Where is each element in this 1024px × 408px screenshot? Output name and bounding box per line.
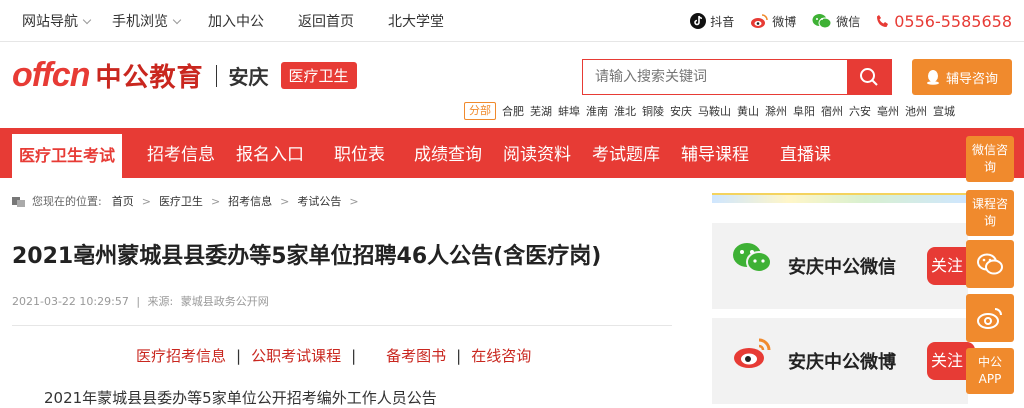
branch-link[interactable]: 合肥 bbox=[502, 103, 524, 119]
top-nav: 网站导航 手机浏览 加入中公 返回首页 北大学堂 bbox=[22, 0, 444, 42]
nav-live-course[interactable]: 直播课 bbox=[780, 128, 831, 178]
branch-link[interactable]: 安庆 bbox=[670, 103, 692, 119]
medical-recruit-link[interactable]: 医疗招考信息 bbox=[136, 347, 226, 365]
nav-score-query[interactable]: 成绩查询 bbox=[414, 128, 482, 178]
counsel-button[interactable]: 辅导咨询 bbox=[912, 59, 1012, 95]
link-divider: | bbox=[236, 347, 242, 365]
branch-link[interactable]: 铜陵 bbox=[642, 103, 664, 119]
mobile-browse-link[interactable]: 手机浏览 bbox=[112, 11, 208, 31]
branch-link[interactable]: 亳州 bbox=[877, 103, 899, 119]
float-weibo[interactable] bbox=[966, 294, 1014, 342]
breadcrumb-separator: > bbox=[280, 194, 290, 208]
link-divider: | bbox=[456, 347, 462, 365]
hotline: 0556-5585658 bbox=[876, 12, 1012, 31]
logo-divider bbox=[215, 64, 217, 87]
weibo-icon bbox=[751, 14, 768, 28]
site-logo[interactable]: offcn 中公教育 安庆 医疗卫生 bbox=[12, 56, 357, 95]
wechat-card[interactable]: 安庆中公微信 关注 bbox=[712, 223, 975, 309]
article-title: 2021亳州蒙城县县委办等5家单位招聘46人公告(含医疗岗) bbox=[12, 244, 602, 269]
breadcrumb-separator: > bbox=[210, 194, 221, 208]
weibo-outline-icon bbox=[977, 308, 1002, 329]
nav-courses[interactable]: 辅导课程 bbox=[681, 128, 749, 178]
float-offcn-app[interactable]: 中公APP bbox=[966, 348, 1014, 394]
float-wechat[interactable] bbox=[966, 240, 1014, 288]
banner-strip[interactable] bbox=[712, 193, 968, 203]
float-course-consult[interactable]: 课程咨询 bbox=[966, 190, 1014, 236]
join-offcn-link[interactable]: 加入中公 bbox=[208, 11, 298, 31]
branch-link[interactable]: 宿州 bbox=[821, 103, 843, 119]
branch-link[interactable]: 芜湖 bbox=[530, 103, 552, 119]
site-nav-link[interactable]: 网站导航 bbox=[22, 11, 112, 31]
breadcrumb-recruit-info[interactable]: 招考信息 bbox=[228, 193, 272, 209]
article-source: 蒙城县政务公开网 bbox=[180, 295, 269, 308]
nav-position-table[interactable]: 职位表 bbox=[334, 128, 385, 178]
offcn-logo-mark: offcn bbox=[12, 56, 90, 94]
logo-text: 中公教育 bbox=[95, 63, 204, 93]
article-links: 医疗招考信息 | 公职考试课程 | 备考图书 | 在线咨询 bbox=[136, 345, 531, 366]
article-meta: 2021-03-22 10:29:57 | 来源: 蒙城县政务公开网 bbox=[12, 293, 269, 309]
wechat-icon bbox=[733, 243, 772, 273]
breadcrumb-prefix: 您现在的位置: bbox=[32, 195, 102, 208]
breadcrumb: 您现在的位置: 首页 > 医疗卫生 > 招考信息 > 考试公告 > bbox=[12, 193, 367, 209]
qq-icon bbox=[926, 70, 939, 85]
search-box bbox=[582, 59, 892, 95]
meta-divider: | bbox=[136, 295, 141, 308]
search-icon bbox=[860, 68, 878, 86]
nav-register-entry[interactable]: 报名入口 bbox=[236, 128, 304, 178]
weibo-card-title: 安庆中公微博 bbox=[788, 352, 896, 373]
source-label: 来源: bbox=[147, 295, 174, 308]
breadcrumb-separator: > bbox=[349, 194, 359, 208]
weibo-link[interactable]: 微博 bbox=[750, 13, 796, 30]
branch-link[interactable]: 池州 bbox=[905, 103, 927, 119]
wechat-icon bbox=[812, 14, 832, 29]
civil-exam-course-link[interactable]: 公职考试课程 bbox=[251, 347, 341, 365]
branch-link[interactable]: 滁州 bbox=[765, 103, 787, 119]
weibo-icon bbox=[734, 338, 771, 368]
branch-link[interactable]: 阜阳 bbox=[793, 103, 815, 119]
divider bbox=[12, 325, 672, 326]
article-datetime: 2021-03-22 10:29:57 bbox=[12, 295, 129, 308]
douyin-icon bbox=[690, 13, 707, 29]
wechat-card-title: 安庆中公微信 bbox=[788, 257, 896, 278]
nav-recruit-info[interactable]: 招考信息 bbox=[147, 128, 215, 178]
douyin-link[interactable]: 抖音 bbox=[690, 13, 734, 30]
article-body-first-line: 2021年蒙城县县委办等5家单位公开招考编外工作人员公告 bbox=[44, 389, 437, 407]
nav-reading-materials[interactable]: 阅读资料 bbox=[503, 128, 571, 178]
branch-link[interactable]: 淮北 bbox=[614, 103, 636, 119]
search-input[interactable] bbox=[583, 60, 847, 94]
breadcrumb-exam-notice[interactable]: 考试公告 bbox=[297, 193, 341, 209]
online-consult-link[interactable]: 在线咨询 bbox=[471, 347, 531, 365]
branch-link[interactable]: 六安 bbox=[849, 103, 871, 119]
top-bar: 网站导航 手机浏览 加入中公 返回首页 北大学堂 抖音 微博 微信 0556-5… bbox=[0, 0, 1024, 42]
link-divider: | bbox=[351, 347, 357, 365]
branch-link[interactable]: 马鞍山 bbox=[698, 103, 731, 119]
wechat-link[interactable]: 微信 bbox=[812, 13, 860, 30]
prep-books-link[interactable]: 备考图书 bbox=[386, 347, 446, 365]
chevron-down-icon bbox=[172, 15, 182, 25]
city-name: 安庆 bbox=[228, 65, 269, 89]
main-nav: 医疗卫生考试 招考信息 报名入口 职位表 成绩查询 阅读资料 考试题库 辅导课程… bbox=[0, 128, 1024, 178]
branch-link[interactable]: 宣城 bbox=[933, 103, 955, 119]
branch-label: 分部 bbox=[464, 102, 496, 120]
nav-question-bank[interactable]: 考试题库 bbox=[592, 128, 660, 178]
chevron-down-icon bbox=[82, 15, 92, 25]
branch-link[interactable]: 淮南 bbox=[586, 103, 608, 119]
wechat-outline-icon bbox=[977, 253, 1003, 275]
breadcrumb-medical[interactable]: 医疗卫生 bbox=[159, 193, 203, 209]
breadcrumb-separator: > bbox=[141, 194, 151, 208]
branch-link[interactable]: 蚌埠 bbox=[558, 103, 580, 119]
branch-list: 分部 合肥 芜湖 蚌埠 淮南 淮北 铜陵 安庆 马鞍山 黄山 滁州 阜阳 宿州 … bbox=[464, 102, 961, 120]
pku-academy-link[interactable]: 北大学堂 bbox=[388, 11, 444, 31]
nav-medical-exam[interactable]: 医疗卫生考试 bbox=[12, 134, 123, 178]
top-right-links: 抖音 微博 微信 0556-5585658 bbox=[690, 0, 1012, 42]
float-wechat-consult[interactable]: 微信咨询 bbox=[966, 136, 1014, 182]
phone-icon bbox=[877, 15, 889, 27]
breadcrumb-home[interactable]: 首页 bbox=[112, 193, 134, 209]
channel-tag: 医疗卫生 bbox=[280, 62, 357, 89]
branch-link[interactable]: 黄山 bbox=[737, 103, 759, 119]
back-home-link[interactable]: 返回首页 bbox=[298, 11, 388, 31]
search-button[interactable] bbox=[847, 60, 891, 94]
location-icon bbox=[12, 197, 25, 207]
weibo-card[interactable]: 安庆中公微博 关注 bbox=[712, 318, 975, 404]
